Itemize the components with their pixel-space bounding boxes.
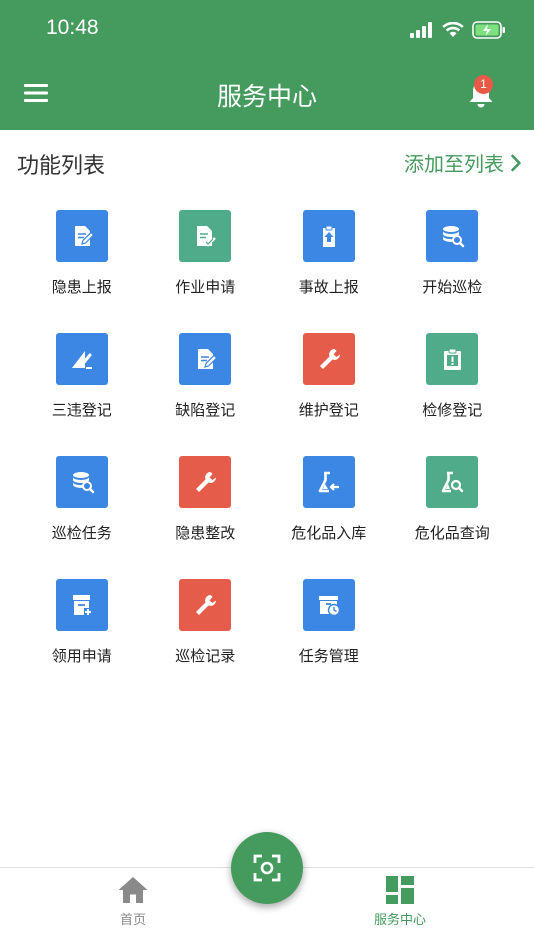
app-header: 10:48 服务中心 1 — [0, 0, 534, 130]
database-search-icon — [72, 472, 94, 494]
signal-icon — [410, 22, 432, 38]
function-label: 三违登记 — [51, 401, 112, 419]
function-tile — [426, 456, 479, 508]
function-label: 危化品查询 — [414, 524, 490, 542]
function-label: 领用申请 — [51, 647, 112, 665]
function-label: 隐患上报 — [51, 278, 112, 296]
wrench-icon — [196, 472, 217, 492]
scan-button[interactable] — [231, 832, 303, 904]
doc-check-icon — [197, 226, 217, 247]
clipboard-upload-icon — [322, 225, 335, 247]
function-item[interactable]: 巡检任务 — [20, 456, 144, 579]
wifi-icon — [442, 22, 464, 37]
function-grid: 隐患上报 作业申请 事故上报 开始巡检三违登记 缺陷登记 维护登记 检修登记巡检任务 隐患整改… — [20, 210, 514, 702]
archive-clock-icon — [318, 596, 340, 617]
function-item[interactable]: 缺陷登记 — [144, 333, 268, 456]
function-label: 巡检任务 — [51, 524, 112, 542]
edit-doc-icon — [198, 349, 218, 369]
function-tile — [55, 456, 108, 508]
function-label: 检修登记 — [422, 401, 483, 419]
box-add-icon — [72, 595, 92, 616]
function-tile — [426, 333, 479, 385]
function-item[interactable]: 维护登记 — [267, 333, 391, 456]
function-item[interactable]: 危化品入库 — [267, 456, 391, 579]
function-label: 任务管理 — [298, 647, 359, 665]
function-item[interactable]: 作业申请 — [144, 210, 268, 333]
flask-search-icon — [441, 471, 464, 493]
tab-service-center-label: 服务中心 — [373, 913, 426, 928]
function-tile — [302, 579, 355, 631]
function-label: 缺陷登记 — [175, 401, 236, 419]
function-item[interactable]: 巡检记录 — [144, 579, 268, 702]
function-tile — [302, 210, 355, 262]
tab-home[interactable]: 首页 — [63, 868, 203, 950]
home-icon — [118, 877, 148, 903]
function-tile — [179, 456, 232, 508]
function-label: 开始巡检 — [422, 278, 483, 296]
function-item[interactable]: 危化品查询 — [391, 456, 515, 579]
chevron-right-icon — [511, 154, 521, 171]
add-to-list-link[interactable]: 添加至列表 — [404, 148, 522, 177]
function-label: 维护登记 — [298, 401, 359, 419]
function-item[interactable]: 隐患整改 — [144, 456, 268, 579]
function-tile — [302, 333, 355, 385]
add-to-list-label: 添加至列表 — [404, 152, 504, 176]
page-title: 服务中心 — [216, 82, 317, 111]
function-tile — [426, 210, 479, 262]
section-title: 功能列表 — [17, 154, 106, 179]
edit-doc-icon — [74, 226, 95, 246]
function-tile — [179, 579, 232, 631]
clipboard-alert-icon — [444, 348, 462, 370]
notification-badge: 1 — [474, 75, 493, 94]
status-time: 10:48 — [46, 16, 99, 39]
function-label: 隐患整改 — [175, 524, 236, 542]
function-item[interactable]: 三违登记 — [20, 333, 144, 456]
function-tile — [55, 579, 108, 631]
function-label: 事故上报 — [298, 278, 359, 296]
database-search-icon — [443, 226, 465, 248]
function-label: 作业申请 — [175, 278, 236, 296]
function-tile — [55, 333, 108, 385]
function-item[interactable]: 事故上报 — [267, 210, 391, 333]
warning-triangle-icon — [71, 351, 92, 369]
wrench-icon — [196, 595, 217, 615]
tab-service-center[interactable]: 服务中心 — [330, 868, 470, 950]
wrench-icon — [319, 349, 340, 369]
function-item[interactable]: 任务管理 — [267, 579, 391, 702]
status-icons — [410, 19, 506, 41]
function-label: 危化品入库 — [291, 524, 367, 542]
function-item[interactable]: 检修登记 — [391, 333, 515, 456]
function-tile — [179, 333, 232, 385]
function-item[interactable]: 隐患上报 — [20, 210, 144, 333]
function-tile — [302, 456, 355, 508]
function-tile — [55, 210, 108, 262]
function-item[interactable]: 领用申请 — [20, 579, 144, 702]
battery-charging-icon — [472, 21, 505, 39]
dashboard-icon — [386, 876, 414, 904]
function-label: 巡检记录 — [175, 647, 236, 665]
function-tile — [179, 210, 232, 262]
tab-home-label: 首页 — [119, 913, 146, 928]
scan-icon — [253, 854, 281, 882]
flask-in-icon — [318, 471, 339, 493]
function-item[interactable]: 开始巡检 — [391, 210, 515, 333]
